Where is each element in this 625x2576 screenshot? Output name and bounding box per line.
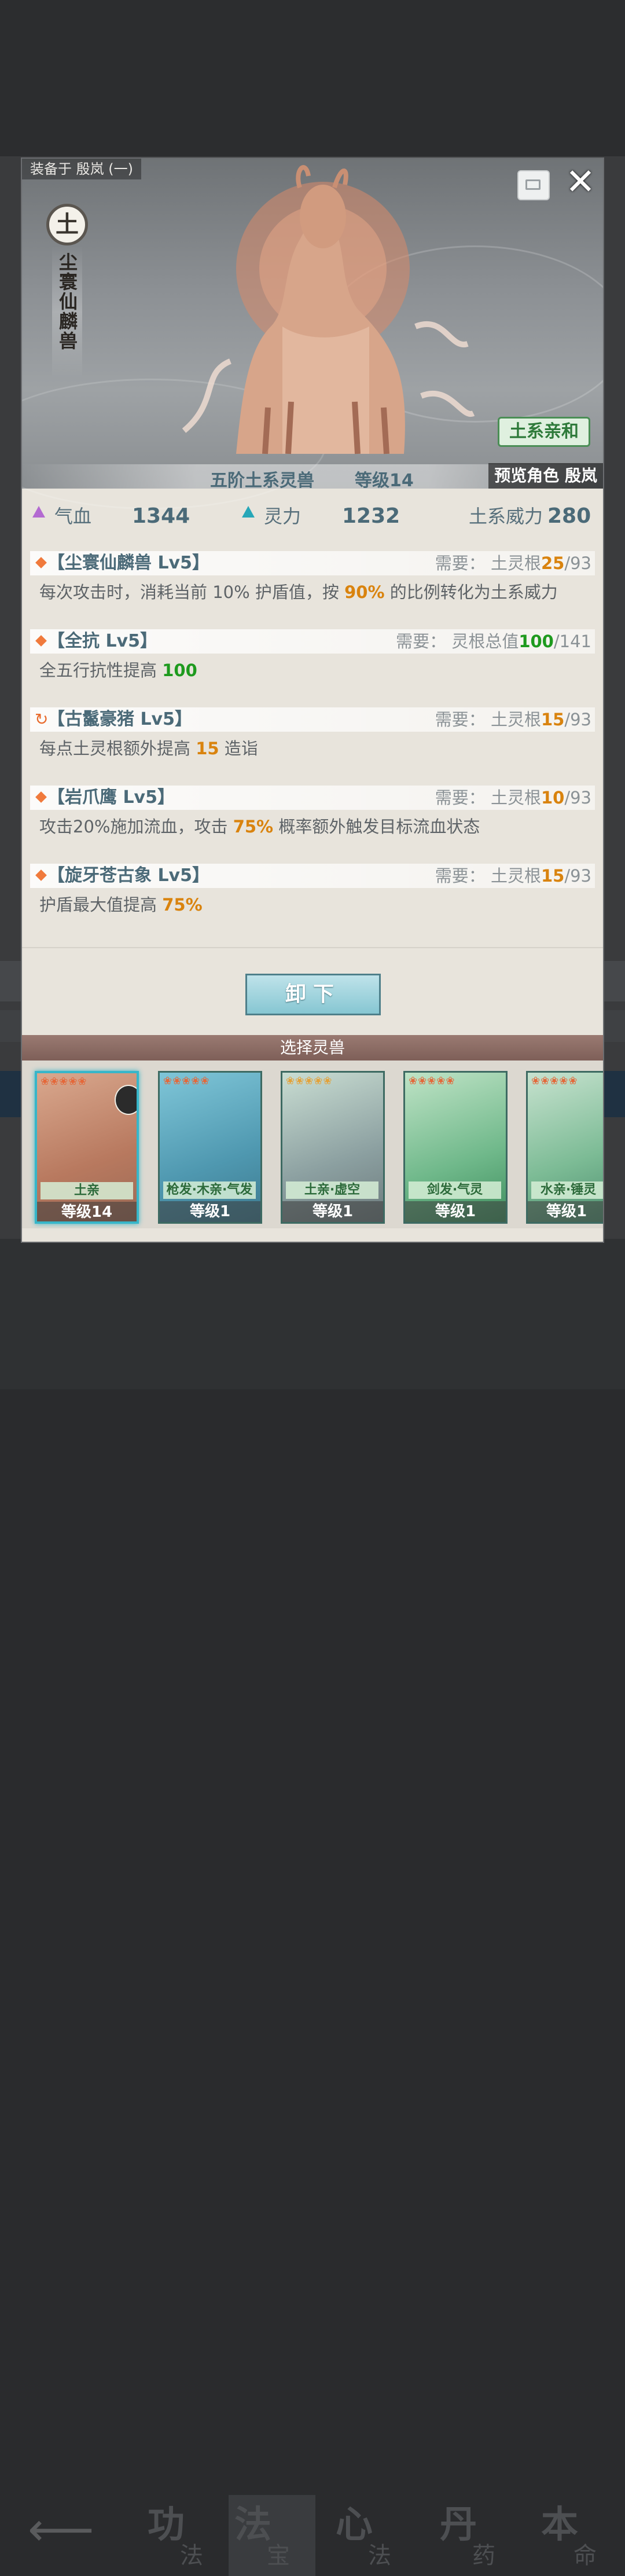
unequip-button[interactable]: 卸下 — [245, 974, 381, 1015]
beast-tier: 五阶土系灵兽 — [210, 471, 314, 491]
skill-name: 【岩爪鹰 Lv5】 — [47, 787, 175, 808]
diamond-icon — [35, 557, 47, 568]
hp-label: 气血 — [54, 505, 92, 527]
tab-label: 丹 — [440, 2504, 477, 2546]
beast-card[interactable]: ❀❀❀❀❀ 枪发·木亲·气发 等级1 — [158, 1071, 262, 1224]
tab-sublabel: 宝 — [267, 2542, 290, 2569]
tab-label: 本 — [541, 2504, 578, 2546]
bottom-nav: ⟵ 功 法 法 宝 心 法 丹 药 本 命 — [0, 1239, 625, 2576]
hp-triangle-icon — [32, 506, 45, 518]
card-level: 等级1 — [282, 1201, 383, 1222]
star-rating: ❀❀❀❀❀ — [409, 1075, 455, 1087]
tab-fabao[interactable]: 法 宝 — [229, 2495, 315, 2576]
beast-card[interactable]: ❀❀❀❀❀ 土亲 等级14 — [35, 1071, 139, 1224]
equipped-on-label: 装备于 殷岚 (一) — [22, 159, 141, 179]
element-earth-badge: 土 — [46, 204, 88, 245]
card-tag: 土亲 — [41, 1182, 133, 1199]
tab-benming[interactable]: 本 命 — [535, 2495, 622, 2576]
card-level: 等级14 — [37, 1202, 137, 1221]
card-tag: 剑发·气灵 — [409, 1181, 501, 1199]
star-rating: ❀❀❀❀❀ — [286, 1075, 333, 1087]
tab-label: 法 — [234, 2504, 271, 2546]
beast-hero-panel: 装备于 殷岚 (一) ✕ 土 尘寰仙麟兽 土系亲和 五阶土系灵兽 等级14 预览… — [22, 159, 603, 509]
power-label: 土系威力 — [469, 505, 543, 527]
tab-label: 功 — [148, 2504, 185, 2546]
beast-card[interactable]: ❀❀❀❀❀ 土亲·虚空 等级1 — [281, 1071, 385, 1224]
skill-header: ↻ 【古鬣豪猪 Lv5】 需要： 土灵根15/93 — [30, 707, 595, 732]
card-art — [282, 1073, 383, 1222]
tab-gongfa[interactable]: 功 法 — [142, 2495, 229, 2576]
tab-label: 心 — [336, 2504, 373, 2546]
skill-name: 【旋牙苍古象 Lv5】 — [47, 865, 209, 886]
skill-header: 【尘寰仙麟兽 Lv5】 需要： 土灵根25/93 — [30, 551, 595, 575]
star-rating: ❀❀❀❀❀ — [531, 1075, 578, 1087]
spirit-beast-dialog: 装备于 殷岚 (一) ✕ 土 尘寰仙麟兽 土系亲和 五阶土系灵兽 等级14 预览… — [21, 157, 604, 1243]
skill-header: 【旋牙苍古象 Lv5】 需要： 土灵根15/93 — [30, 864, 595, 888]
skill-name: 【古鬣豪猪 Lv5】 — [47, 709, 192, 729]
affinity-button[interactable]: 土系亲和 — [498, 417, 590, 447]
diamond-icon — [35, 635, 47, 647]
stats-row: 气血 1344 灵力 1232 土系威力 280 — [22, 499, 603, 534]
star-rating: ❀❀❀❀❀ — [163, 1075, 210, 1087]
skill-description: 护盾最大值提高 75% — [39, 895, 203, 915]
skill-header: 【全抗 Lv5】 需要： 灵根总值100/141 — [30, 629, 595, 654]
skill-requirement: 需要： 土灵根25/93 — [435, 553, 591, 573]
background-top — [0, 0, 625, 156]
spirit-value: 1232 — [342, 504, 400, 528]
avatar — [115, 1085, 137, 1115]
skill-requirement: 需要： 土灵根15/93 — [435, 866, 591, 886]
skill-description: 每次攻击时，消耗当前 10% 护盾值，按 90% 的比例转化为土系威力 — [39, 582, 558, 602]
tab-sublabel: 命 — [573, 2542, 597, 2569]
card-art — [160, 1073, 260, 1222]
refresh-icon: ↻ — [35, 710, 49, 729]
spirit-label: 灵力 — [264, 505, 302, 527]
card-level: 等级1 — [405, 1201, 506, 1222]
card-tag: 水亲·锤灵 — [531, 1181, 603, 1199]
card-art — [405, 1073, 506, 1222]
card-tag: 枪发·木亲·气发 — [163, 1181, 256, 1199]
back-arrow-icon[interactable]: ⟵ — [28, 2507, 94, 2553]
preview-character-button[interactable]: 预览角色 殷岚 — [488, 463, 603, 489]
skill-header: 【岩爪鹰 Lv5】 需要： 土灵根10/93 — [30, 786, 595, 810]
card-level: 等级1 — [160, 1201, 260, 1222]
hp-value: 1344 — [132, 504, 190, 528]
collapse-icon[interactable] — [517, 170, 550, 200]
skill-requirement: 需要： 土灵根15/93 — [435, 710, 591, 729]
qilin-beast-illustration — [182, 165, 475, 454]
skill-description: 每点土灵根额外提高 15 造诣 — [39, 739, 258, 758]
select-beast-header: 选择灵兽 — [22, 1035, 603, 1061]
close-icon[interactable]: ✕ — [563, 163, 598, 200]
skill-description: 全五行抗性提高 100 — [39, 660, 197, 680]
spirit-triangle-icon — [242, 506, 255, 518]
skill-description: 攻击20%施加流血，攻击 75% 概率额外触发目标流血状态 — [39, 817, 480, 836]
diamond-icon — [35, 869, 47, 881]
tab-sublabel: 法 — [368, 2542, 391, 2569]
skill-requirement: 需要： 土灵根10/93 — [435, 788, 591, 808]
beast-level: 等级14 — [355, 471, 414, 491]
star-rating: ❀❀❀❀❀ — [41, 1076, 87, 1088]
card-tag: 土亲·虚空 — [286, 1181, 378, 1199]
tab-danyao[interactable]: 丹 药 — [434, 2495, 521, 2576]
beast-card[interactable]: ❀❀❀❀❀ 剑发·气灵 等级1 — [403, 1071, 508, 1224]
tab-sublabel: 药 — [472, 2542, 495, 2569]
skill-name: 【全抗 Lv5】 — [47, 631, 157, 651]
diamond-icon — [35, 791, 47, 803]
skill-requirement: 需要： 灵根总值100/141 — [396, 632, 591, 651]
skill-name: 【尘寰仙麟兽 Lv5】 — [47, 553, 209, 573]
beast-name: 尘寰仙麟兽 — [56, 252, 78, 351]
card-level: 等级1 — [528, 1201, 603, 1222]
divider — [22, 947, 603, 948]
power-value: 280 — [547, 504, 591, 528]
card-art — [528, 1073, 603, 1222]
tab-sublabel: 法 — [180, 2542, 203, 2569]
tab-xinfa[interactable]: 心 法 — [330, 2495, 417, 2576]
beast-card[interactable]: ❀❀❀❀❀ 水亲·锤灵 等级1 — [526, 1071, 603, 1224]
